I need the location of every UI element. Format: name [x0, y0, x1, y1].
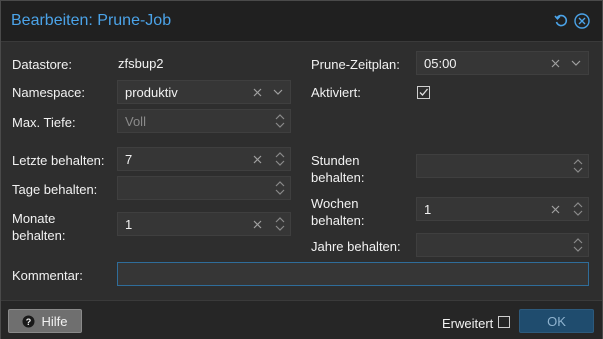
keep-yearly-label: Jahre behalten: — [311, 239, 401, 254]
spinner-icon[interactable] — [274, 149, 286, 169]
svg-text:?: ? — [26, 317, 32, 327]
ok-button[interactable]: OK — [519, 309, 594, 333]
keep-last-value: 7 — [125, 152, 133, 167]
chevron-down-icon[interactable] — [569, 52, 583, 74]
namespace-select[interactable]: produktiv — [117, 80, 291, 104]
keep-weekly-value: 1 — [424, 202, 432, 217]
advanced-checkbox[interactable] — [498, 316, 510, 328]
keep-yearly-field[interactable] — [416, 233, 589, 257]
help-button[interactable]: ? Hilfe — [8, 309, 82, 333]
datastore-label: Datastore: — [12, 57, 72, 72]
clear-icon[interactable] — [548, 52, 562, 74]
spinner-icon[interactable] — [572, 156, 584, 176]
ok-label: OK — [547, 313, 566, 329]
keep-monthly-field[interactable]: 1 — [117, 212, 291, 236]
keep-hourly-label-2: behalten: — [311, 170, 365, 185]
clear-icon[interactable] — [548, 198, 562, 220]
enabled-checkbox[interactable] — [417, 86, 430, 99]
keep-monthly-value: 1 — [125, 217, 133, 232]
datastore-value: zfsbup2 — [118, 56, 164, 71]
keep-daily-label: Tage behalten: — [12, 182, 98, 197]
keep-monthly-label: Monate — [12, 211, 56, 226]
spinner-icon[interactable] — [572, 199, 584, 219]
comment-field[interactable] — [117, 262, 589, 286]
schedule-value: 05:00 — [424, 56, 457, 71]
spinner-icon[interactable] — [274, 111, 286, 131]
spinner-icon[interactable] — [274, 214, 286, 234]
schedule-label: Prune-Zeitplan: — [311, 57, 400, 72]
dialog-titlebar: Bearbeiten: Prune-Job — [1, 1, 602, 42]
comment-label: Kommentar: — [12, 268, 83, 283]
spinner-icon[interactable] — [572, 235, 584, 255]
dialog-footer: ? Hilfe Erweitert OK — [1, 300, 602, 339]
question-icon: ? — [22, 315, 35, 327]
keep-weekly-field[interactable]: 1 — [416, 197, 589, 221]
keep-monthly-label-2: behalten: — [12, 228, 66, 243]
chevron-down-icon[interactable] — [271, 81, 285, 103]
dialog-title: Bearbeiten: Prune-Job — [11, 12, 172, 29]
help-label: Hilfe — [41, 313, 68, 329]
keep-daily-field[interactable] — [117, 176, 291, 200]
clear-icon[interactable] — [250, 213, 264, 235]
keep-weekly-label-2: behalten: — [311, 213, 365, 228]
keep-hourly-label: Stunden — [311, 153, 360, 168]
max-depth-field[interactable]: Voll — [117, 109, 291, 133]
clear-icon[interactable] — [250, 81, 264, 103]
prune-job-dialog: Bearbeiten: Prune-Job Datastore: zfsbup2… — [0, 0, 603, 339]
advanced-label: Erweitert — [442, 316, 494, 331]
schedule-select[interactable]: 05:00 — [416, 51, 589, 75]
dialog-body: Datastore: zfsbup2 Namespace: produktiv … — [1, 42, 602, 300]
max-depth-label: Max. Tiefe: — [12, 115, 76, 130]
keep-weekly-label: Wochen — [311, 196, 359, 211]
keep-last-label: Letzte behalten: — [12, 153, 105, 168]
clear-icon[interactable] — [250, 148, 264, 170]
namespace-label: Namespace: — [12, 85, 85, 100]
close-icon[interactable] — [574, 13, 590, 29]
keep-hourly-field[interactable] — [416, 154, 589, 178]
namespace-value: produktiv — [125, 85, 178, 100]
reset-icon[interactable] — [553, 13, 569, 29]
enabled-label: Aktiviert: — [311, 85, 361, 100]
max-depth-placeholder: Voll — [125, 114, 146, 129]
checkmark-icon — [419, 88, 428, 96]
spinner-icon[interactable] — [274, 178, 286, 198]
keep-last-field[interactable]: 7 — [117, 147, 291, 171]
